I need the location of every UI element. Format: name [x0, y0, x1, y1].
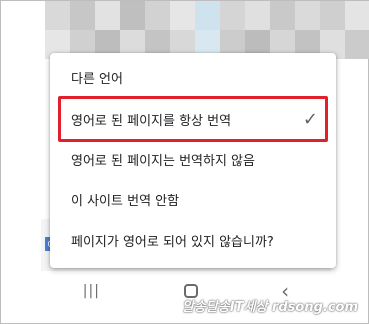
menu-item-label: 영어로 된 페이지는 번역하지 않음 [71, 153, 255, 169]
menu-item-label: 페이지가 영어로 되어 있지 않습니까? [71, 234, 274, 250]
menu-item-always-translate-english[interactable]: 영어로 된 페이지를 항상 번역 ✓ [50, 99, 336, 139]
menu-item-never-translate-site[interactable]: 이 사이트 번역 안함 [50, 179, 336, 219]
checkmark-icon: ✓ [302, 108, 318, 130]
watermark: 알송달송IT세상 rdsong.com [181, 300, 358, 315]
menu-item-other-language[interactable]: 다른 언어 [50, 57, 336, 97]
menu-item-never-translate-english[interactable]: 영어로 된 페이지는 번역하지 않음 [50, 139, 336, 179]
blurred-background-content [45, 1, 369, 59]
translate-options-menu: 다른 언어 영어로 된 페이지를 항상 번역 ✓ 영어로 된 페이지는 번역하지… [50, 53, 336, 268]
menu-item-label: 다른 언어 [71, 71, 123, 87]
recents-icon[interactable]: ||| [83, 283, 100, 299]
menu-item-label: 이 사이트 번역 안함 [71, 193, 180, 209]
menu-item-page-not-english[interactable]: 페이지가 영어로 되어 있지 않습니까? [50, 220, 336, 260]
menu-item-label: 영어로 된 페이지를 항상 번역 [71, 113, 232, 129]
